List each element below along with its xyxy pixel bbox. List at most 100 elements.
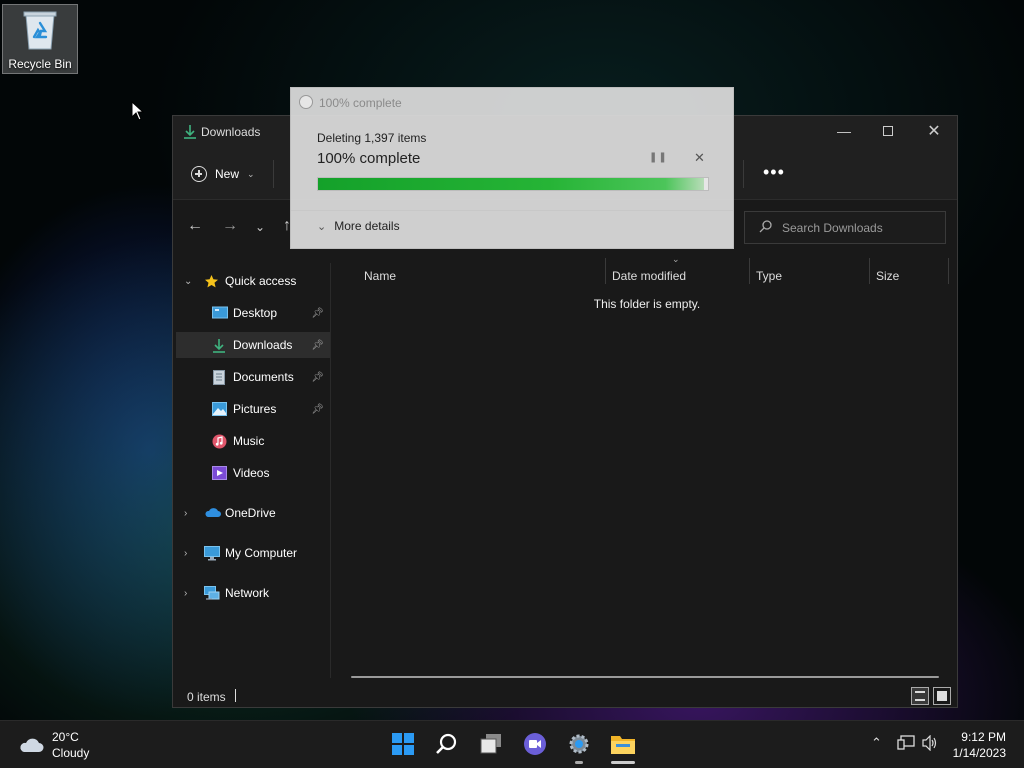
toolbar-divider <box>743 160 744 188</box>
folder-icon <box>610 733 636 758</box>
taskbar: 20°C Cloudy ⌃ 9:12 PM 1/14/2023 <box>0 720 1024 768</box>
delete-progress-dialog: 100% complete Deleting 1,397 items 100% … <box>290 87 734 249</box>
progress-clock-icon <box>299 95 313 109</box>
recent-locations-chevron-icon[interactable]: ⌄ <box>255 220 265 234</box>
progress-bar-fill <box>318 178 705 190</box>
sidebar-item-quick-access[interactable]: ⌄ Quick access <box>176 268 330 294</box>
minimize-button[interactable]: — <box>821 116 867 146</box>
file-list: Name Date modified ⌄ Type Size This fold… <box>333 254 957 684</box>
clock[interactable]: 9:12 PM 1/14/2023 <box>944 729 1006 761</box>
pin-icon: 📌︎ <box>311 371 324 383</box>
pause-icon[interactable]: ❚❚ <box>649 152 668 163</box>
computer-icon <box>204 546 220 561</box>
weather-widget[interactable]: 20°C Cloudy <box>18 729 89 761</box>
chat-button[interactable] <box>521 731 549 759</box>
clock-date: 1/14/2023 <box>952 746 1006 760</box>
cancel-icon[interactable]: ✕ <box>694 150 705 166</box>
sidebar-item-label: OneDrive <box>225 506 276 520</box>
sidebar-item-label: Music <box>233 434 265 448</box>
column-header-name[interactable]: Name <box>364 269 396 283</box>
operation-status-text: Deleting 1,397 items <box>317 131 427 145</box>
status-divider <box>235 689 236 702</box>
sidebar-item-pictures[interactable]: Pictures 📌︎ <box>176 396 330 422</box>
forward-arrow-icon[interactable]: → <box>222 217 238 235</box>
back-arrow-icon[interactable]: ← <box>187 217 203 235</box>
search-input[interactable] <box>782 220 932 235</box>
column-header-type[interactable]: Type <box>756 269 782 283</box>
tiles-view-icon <box>937 691 947 701</box>
onedrive-cloud-icon <box>204 507 221 521</box>
sidebar-item-videos[interactable]: Videos <box>176 460 330 486</box>
toolbar-divider <box>273 160 274 188</box>
new-button[interactable]: New ⌄ <box>191 162 255 186</box>
network-icon <box>204 586 220 600</box>
sidebar-item-onedrive[interactable]: › OneDrive <box>176 500 330 526</box>
settings-button[interactable] <box>565 731 593 759</box>
desktop-icon <box>212 306 228 320</box>
explorer-active-indicator <box>611 761 635 764</box>
chevron-down-icon: ⌄ <box>247 168 255 179</box>
mouse-cursor-icon <box>131 100 145 124</box>
sidebar-item-downloads[interactable]: Downloads 📌︎ <box>176 332 330 358</box>
star-icon <box>204 274 218 288</box>
horizontal-scrollbar[interactable] <box>351 676 939 678</box>
maximize-icon <box>883 126 893 136</box>
sidebar-item-my-computer[interactable]: › My Computer <box>176 540 330 566</box>
tiles-view-button[interactable] <box>933 687 951 705</box>
column-divider[interactable] <box>948 258 949 284</box>
plus-icon <box>191 166 207 182</box>
details-view-button[interactable] <box>911 687 929 705</box>
file-explorer-button[interactable] <box>609 731 637 759</box>
search-box[interactable] <box>744 211 946 244</box>
chevron-right-icon: › <box>184 587 188 599</box>
item-count: 0 items <box>187 690 226 704</box>
task-view-button[interactable] <box>477 731 505 759</box>
dialog-title: 100% complete <box>319 96 402 110</box>
column-header-date-modified[interactable]: Date modified <box>612 269 686 283</box>
sort-chevron-icon: ⌄ <box>672 254 680 264</box>
pin-icon: 📌︎ <box>311 403 324 415</box>
dialog-titlebar[interactable]: 100% complete <box>291 88 733 116</box>
sidebar-item-desktop[interactable]: Desktop 📌︎ <box>176 300 330 326</box>
column-divider[interactable] <box>605 258 606 284</box>
sidebar-item-documents[interactable]: Documents 📌︎ <box>176 364 330 390</box>
dialog-divider <box>291 210 733 211</box>
sidebar-item-music[interactable]: Music <box>176 428 330 454</box>
recycle-bin-icon <box>20 9 60 51</box>
percent-complete-text: 100% complete <box>317 150 421 167</box>
sidebar-item-label: Downloads <box>233 338 293 352</box>
chevron-right-icon: › <box>184 547 188 559</box>
maximize-button[interactable] <box>865 116 911 146</box>
recycle-bin-label: Recycle Bin <box>8 57 72 71</box>
chevron-right-icon: › <box>184 507 188 519</box>
settings-running-indicator <box>575 761 583 764</box>
sidebar-item-label: Documents <box>233 370 294 384</box>
more-options-button[interactable]: ••• <box>763 163 785 181</box>
sidebar-item-label: Network <box>225 586 270 600</box>
sidebar-item-label: Pictures <box>233 402 277 416</box>
weather-description: Cloudy <box>52 746 90 760</box>
videos-icon <box>212 466 227 480</box>
pin-icon: 📌︎ <box>311 339 324 351</box>
download-icon <box>212 338 226 353</box>
show-hidden-icons-chevron-up-icon[interactable]: ⌃ <box>871 735 882 751</box>
volume-icon[interactable] <box>921 734 939 754</box>
start-button[interactable] <box>389 731 417 759</box>
windows-logo-icon <box>391 732 415 759</box>
network-status-icon[interactable] <box>897 735 915 754</box>
sidebar-item-label: Videos <box>233 466 270 480</box>
minimize-icon: — <box>837 123 851 139</box>
cloud-icon <box>18 737 44 753</box>
more-details-toggle[interactable]: ⌄ More details <box>317 219 400 233</box>
chat-video-icon <box>523 732 547 759</box>
close-button[interactable]: ✕ <box>911 116 957 146</box>
recycle-bin-shortcut[interactable]: Recycle Bin <box>2 4 78 74</box>
task-view-icon <box>479 733 503 758</box>
sidebar-item-network[interactable]: › Network <box>176 580 330 606</box>
column-header-size[interactable]: Size <box>876 269 899 283</box>
column-divider[interactable] <box>749 258 750 284</box>
progress-bar <box>317 177 709 191</box>
more-details-label: More details <box>334 219 400 233</box>
search-button[interactable] <box>433 731 461 759</box>
column-divider[interactable] <box>869 258 870 284</box>
